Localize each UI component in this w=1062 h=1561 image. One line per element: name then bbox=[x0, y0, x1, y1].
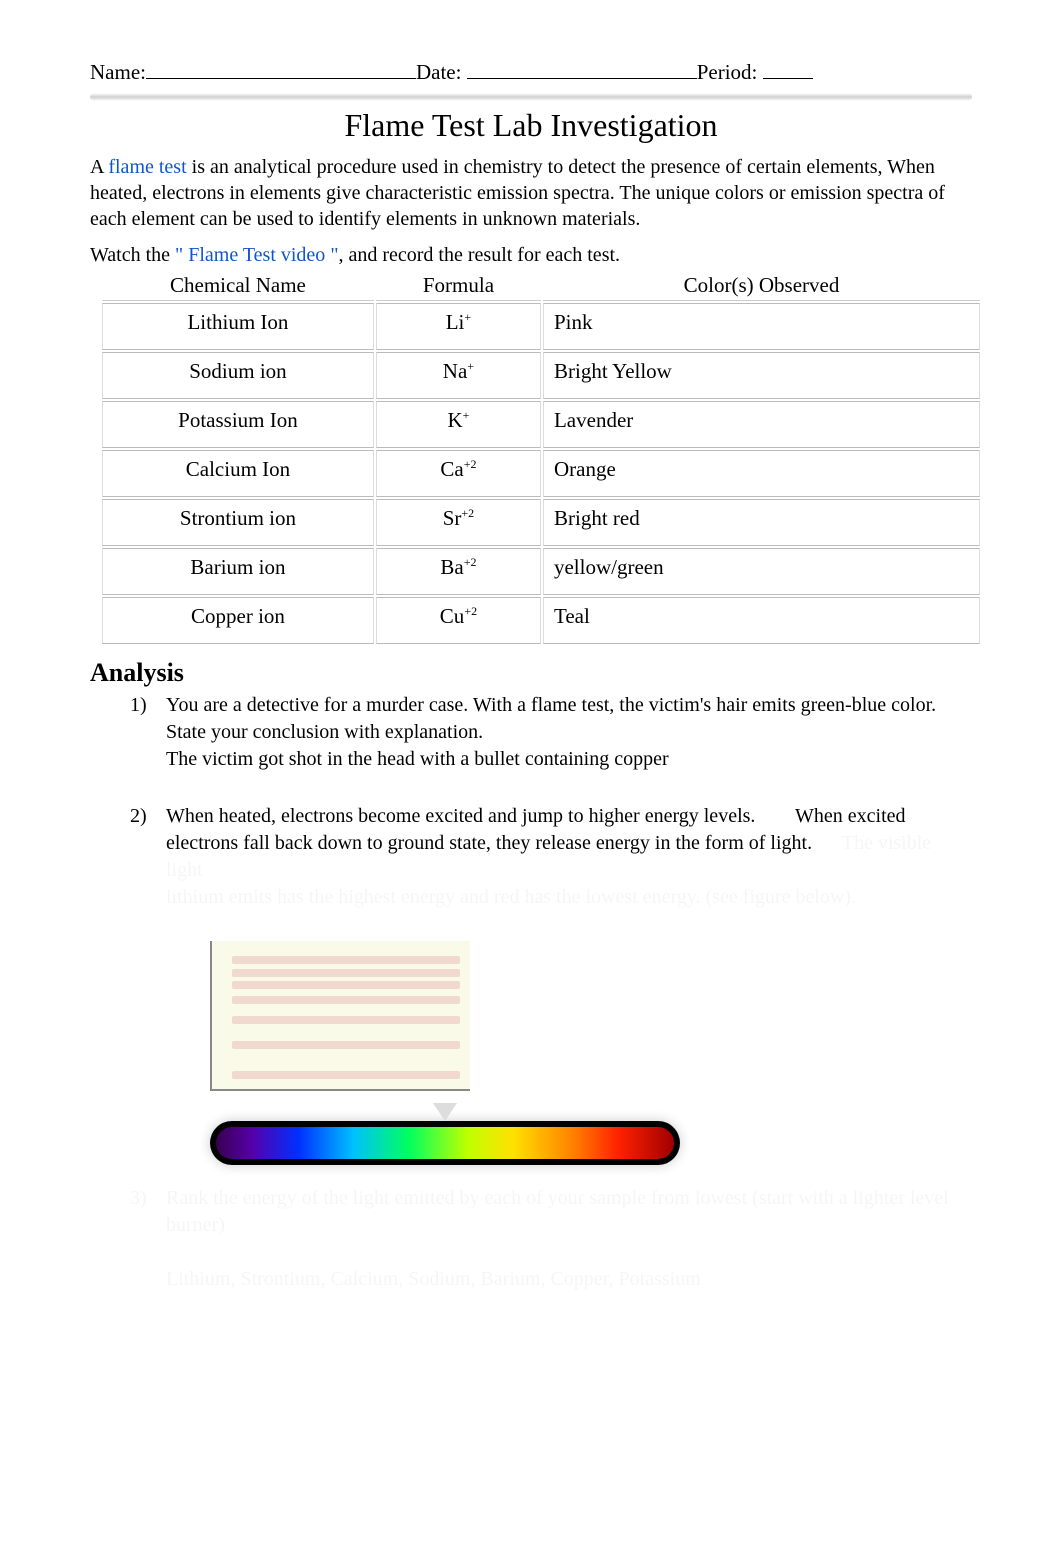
diagram-area bbox=[210, 941, 972, 1165]
question-3: 3) Rank the energy of the light emitted … bbox=[130, 1185, 972, 1293]
cell-formula: Ca+2 bbox=[376, 450, 541, 497]
table-row: Sodium ionNa+Bright Yellow bbox=[102, 352, 980, 399]
table-row: Strontium ionSr+2Bright red bbox=[102, 499, 980, 546]
cell-formula: Ba+2 bbox=[376, 548, 541, 595]
col-chemical: Chemical Name bbox=[102, 271, 374, 301]
q3-number: 3) bbox=[130, 1185, 166, 1293]
intro-paragraph: A flame test is an analytical procedure … bbox=[90, 154, 972, 232]
cell-formula: Sr+2 bbox=[376, 499, 541, 546]
cell-color[interactable]: Pink bbox=[543, 303, 980, 350]
period-label: Period: bbox=[697, 60, 758, 85]
watch-instruction: Watch the " Flame Test video ", and reco… bbox=[90, 244, 972, 267]
cell-chemical: Sodium ion bbox=[102, 352, 374, 399]
cell-color[interactable]: Lavender bbox=[543, 401, 980, 448]
watch-q2: " bbox=[325, 244, 338, 266]
table-row: Lithium IonLi+Pink bbox=[102, 303, 980, 350]
table-row: Potassium IonK+Lavender bbox=[102, 401, 980, 448]
cell-chemical: Strontium ion bbox=[102, 499, 374, 546]
visible-spectrum bbox=[210, 1121, 680, 1165]
q3-answer: Lithium, Strontium, Calcium, Sodium, Bar… bbox=[166, 1268, 701, 1290]
question-list: 1) You are a detective for a murder case… bbox=[130, 692, 972, 911]
col-formula: Formula bbox=[376, 271, 541, 301]
cell-color[interactable]: yellow/green bbox=[543, 548, 980, 595]
cell-formula: K+ bbox=[376, 401, 541, 448]
spectrum-gradient bbox=[216, 1127, 674, 1159]
cell-formula: Li+ bbox=[376, 303, 541, 350]
q2-faded-b: lithium emits has the highest energy and… bbox=[166, 886, 856, 908]
table-row: Barium ionBa+2yellow/green bbox=[102, 548, 980, 595]
page-title: Flame Test Lab Investigation bbox=[90, 107, 972, 144]
cell-chemical: Lithium Ion bbox=[102, 303, 374, 350]
cell-chemical: Calcium Ion bbox=[102, 450, 374, 497]
q2-part1: When heated, electrons become excited an… bbox=[166, 805, 760, 827]
q2-number: 2) bbox=[130, 803, 166, 911]
intro-rest: is an analytical procedure used in chemi… bbox=[90, 156, 945, 230]
table-row: Copper ionCu+2Teal bbox=[102, 597, 980, 644]
watch-pre: Watch the bbox=[90, 244, 175, 266]
cell-color[interactable]: Bright Yellow bbox=[543, 352, 980, 399]
date-label: Date: bbox=[416, 60, 461, 85]
name-label: Name: bbox=[90, 60, 146, 85]
name-field[interactable]: Name: bbox=[90, 60, 416, 85]
analysis-heading: Analysis bbox=[90, 658, 972, 688]
watch-post: , and record the result for each test. bbox=[338, 244, 620, 266]
cell-chemical: Potassium Ion bbox=[102, 401, 374, 448]
cell-color[interactable]: Teal bbox=[543, 597, 980, 644]
date-blank[interactable] bbox=[467, 78, 697, 79]
q1-prompt: You are a detective for a murder case. W… bbox=[166, 694, 936, 743]
intro-prefix: A bbox=[90, 156, 108, 178]
cell-color[interactable]: Bright red bbox=[543, 499, 980, 546]
col-color: Color(s) Observed bbox=[543, 271, 980, 301]
q1-answer: The victim got shot in the head with a b… bbox=[166, 748, 669, 770]
cell-formula: Cu+2 bbox=[376, 597, 541, 644]
flame-video-link[interactable]: Flame Test video bbox=[183, 244, 325, 266]
results-table: Chemical Name Formula Color(s) Observed … bbox=[100, 269, 982, 646]
period-field[interactable]: Period: bbox=[697, 60, 813, 85]
question-3-area: 3) Rank the energy of the light emitted … bbox=[130, 1185, 972, 1293]
energy-level-diagram bbox=[210, 941, 470, 1091]
header-fields: Name: Date: Period: bbox=[90, 60, 972, 85]
date-field[interactable]: Date: bbox=[416, 60, 697, 85]
period-blank[interactable] bbox=[763, 78, 813, 79]
question-1: 1) You are a detective for a murder case… bbox=[130, 692, 972, 773]
name-blank[interactable] bbox=[146, 78, 416, 79]
divider-bar bbox=[90, 93, 972, 101]
cell-chemical: Copper ion bbox=[102, 597, 374, 644]
watch-q1: " bbox=[175, 244, 183, 266]
table-row: Calcium IonCa+2Orange bbox=[102, 450, 980, 497]
question-2: 2) When heated, electrons become excited… bbox=[130, 803, 972, 911]
flame-test-link[interactable]: flame test bbox=[108, 156, 186, 178]
cell-color[interactable]: Orange bbox=[543, 450, 980, 497]
cell-formula: Na+ bbox=[376, 352, 541, 399]
q3-text: Rank the energy of the light emitted by … bbox=[166, 1187, 949, 1236]
q1-number: 1) bbox=[130, 692, 166, 773]
cell-chemical: Barium ion bbox=[102, 548, 374, 595]
